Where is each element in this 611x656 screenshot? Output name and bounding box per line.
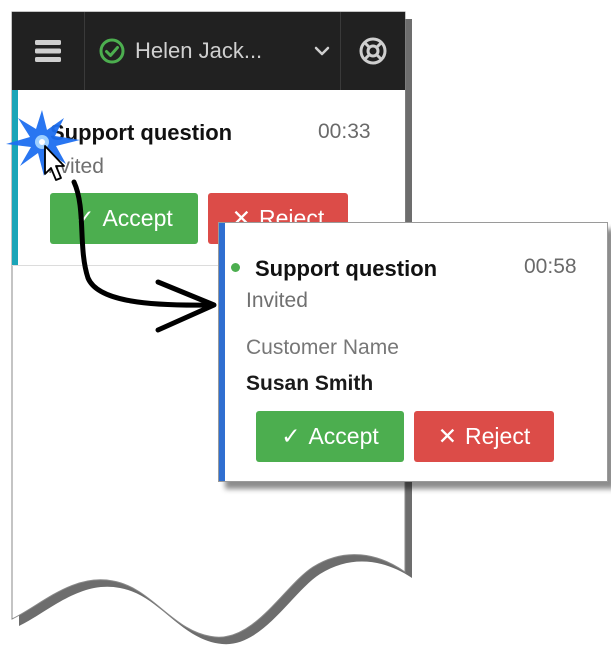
accept-button[interactable]: ✓ Accept	[50, 193, 198, 244]
agent-status-dropdown[interactable]: Helen Jack...	[85, 12, 341, 90]
popup-accent-bar	[219, 223, 225, 481]
customer-name-value: Susan Smith	[246, 372, 374, 395]
popup-reject-button[interactable]: ✕ Reject	[414, 411, 554, 462]
new-indicator-dot	[231, 263, 240, 272]
accept-label: Accept	[102, 205, 173, 231]
card-accent-bar	[12, 90, 18, 265]
lifebuoy-support-icon	[359, 37, 387, 65]
interaction-state: Invited	[42, 155, 104, 178]
check-icon: ✓	[75, 205, 95, 231]
hamburger-menu-icon	[35, 40, 61, 62]
check-icon: ✓	[281, 423, 301, 449]
popup-title: Support question	[255, 256, 438, 281]
agent-toolbar: Helen Jack...	[12, 12, 405, 90]
customer-name-label: Customer Name	[246, 336, 399, 359]
popup-reject-label: Reject	[465, 423, 531, 449]
ready-status-check-icon	[99, 38, 125, 64]
popup-timer: 00:58	[524, 255, 577, 278]
popup-accept-label: Accept	[308, 423, 379, 449]
chevron-down-icon	[314, 46, 330, 56]
popup-accept-button[interactable]: ✓ Accept	[256, 411, 404, 462]
interaction-timer: 00:33	[318, 120, 371, 143]
x-icon: ✕	[437, 423, 458, 449]
agent-name: Helen Jack...	[135, 38, 263, 63]
support-button[interactable]	[341, 12, 405, 90]
interaction-preview-popup[interactable]: Support question 00:58 Invited Customer …	[218, 222, 608, 482]
popup-state: Invited	[246, 289, 308, 312]
interaction-title: Support question	[50, 120, 233, 145]
screenshot-stage: Helen Jack... Support question 00:33 Inv…	[0, 0, 611, 656]
main-menu-button[interactable]	[12, 12, 85, 90]
